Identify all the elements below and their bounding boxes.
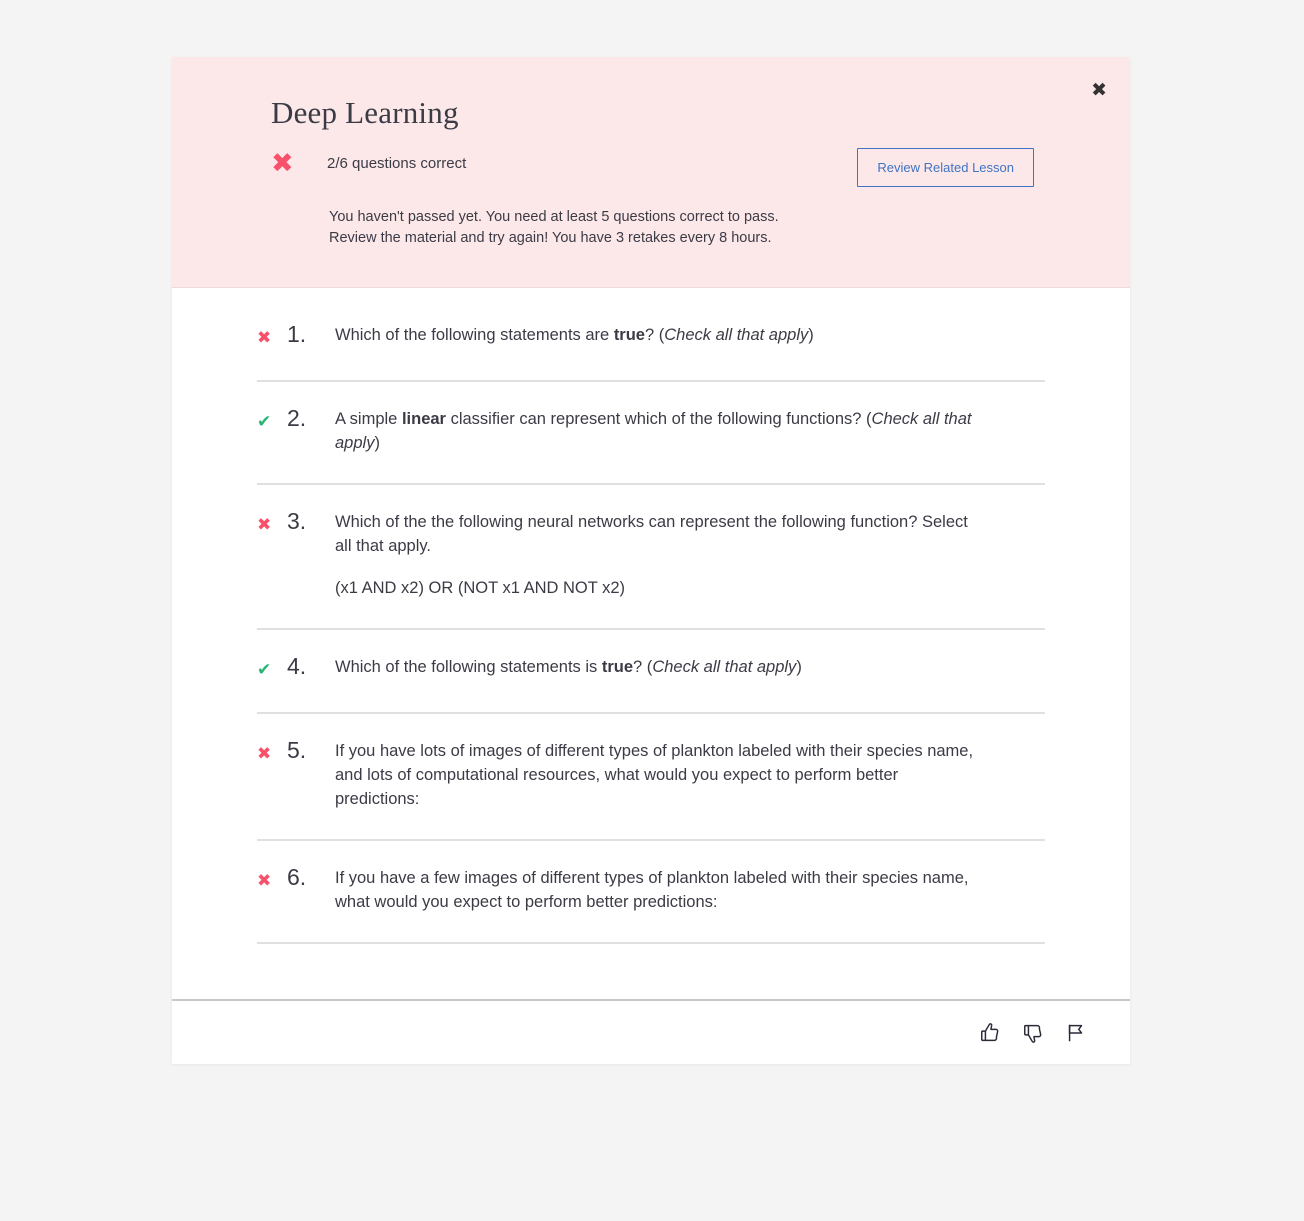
question-row[interactable]: ✖ 6. If you have a few images of different… xyxy=(257,841,1045,944)
question-paragraph: If you have a few images of different ty… xyxy=(335,866,985,914)
text-segment: ? ( xyxy=(633,658,653,676)
quiz-results-modal: ✖ Deep Learning ✖ 2/6 questions correct … xyxy=(172,57,1130,1064)
x-mark-icon: ✖ xyxy=(257,515,272,535)
question-paragraph: (x1 AND x2) OR (NOT x1 AND NOT x2) xyxy=(335,576,985,600)
x-mark-icon: ✖ xyxy=(271,148,294,179)
x-mark-icon: ✖ xyxy=(257,744,272,764)
question-paragraph: Which of the following statements are tr… xyxy=(335,323,985,347)
text-segment: true xyxy=(601,658,634,676)
question-row[interactable]: ✔ 4. Which of the following statements is … xyxy=(257,630,1045,714)
question-paragraph: Which of the the following neural networ… xyxy=(335,510,985,558)
text-segment: ? ( xyxy=(644,326,665,344)
text-segment: Check all that apply xyxy=(664,326,809,344)
score-summary: ✖ 2/6 questions correct xyxy=(271,150,466,177)
text-segment: ) xyxy=(796,658,802,676)
status-line-1: You haven't passed yet. You need at leas… xyxy=(329,209,779,225)
question-text: If you have a few images of different ty… xyxy=(335,863,985,942)
text-segment: Which of the following statements are xyxy=(335,326,614,344)
question-row[interactable]: ✖ 5. If you have lots of images of differe… xyxy=(257,714,1045,841)
text-segment: true xyxy=(613,326,645,344)
text-segment: classifier can represent which of the fo… xyxy=(445,410,872,428)
x-mark-icon: ✖ xyxy=(257,328,272,348)
text-segment: Which of the the following neural networ… xyxy=(335,513,968,555)
question-row[interactable]: ✖ 3. Which of the the following neural net… xyxy=(257,485,1045,630)
close-icon[interactable]: ✖ xyxy=(1087,77,1111,104)
status-line-2: Review the material and try again! You h… xyxy=(329,230,772,246)
question-text: Which of the following statements is tru… xyxy=(335,652,985,707)
quiz-footer xyxy=(172,999,1130,1064)
text-segment: If you have lots of images of different … xyxy=(335,742,974,808)
question-text: If you have lots of images of different … xyxy=(335,736,985,839)
thumbs-up-icon[interactable] xyxy=(973,1016,1007,1050)
question-text: Which of the following statements are tr… xyxy=(335,320,985,375)
question-text: Which of the the following neural networ… xyxy=(335,507,985,628)
text-segment: Check all that apply xyxy=(652,658,797,676)
question-paragraph: A simple linear classifier can represent… xyxy=(335,407,985,455)
question-row[interactable]: ✔ 2. A simple linear classifier can repres… xyxy=(257,382,1045,485)
text-segment: Which of the following statements is xyxy=(335,658,602,676)
flag-icon[interactable] xyxy=(1059,1016,1093,1050)
list-bottom-spacer xyxy=(172,944,1130,999)
quiz-header: ✖ Deep Learning ✖ 2/6 questions correct … xyxy=(172,57,1130,288)
question-number: 4. xyxy=(287,653,307,679)
score-text: 2/6 questions correct xyxy=(327,155,467,172)
check-mark-icon: ✔ xyxy=(257,660,272,680)
question-paragraph: Which of the following statements is tru… xyxy=(335,655,985,679)
question-number: 1. xyxy=(287,321,307,347)
check-mark-icon: ✔ xyxy=(257,412,272,432)
review-related-lesson-button[interactable]: Review Related Lesson xyxy=(857,148,1034,187)
status-message: You haven't passed yet. You need at leas… xyxy=(329,207,779,249)
text-segment: ) xyxy=(808,326,814,344)
text-segment: (x1 AND x2) OR (NOT x1 AND NOT x2) xyxy=(335,579,626,597)
page-title: Deep Learning xyxy=(271,95,459,130)
text-segment: If you have a few images of different ty… xyxy=(335,869,969,911)
question-row[interactable]: ✖ 1. Which of the following statements are… xyxy=(257,298,1045,382)
text-segment: A simple xyxy=(335,410,402,428)
question-text: A simple linear classifier can represent… xyxy=(335,404,985,483)
thumbs-down-icon[interactable] xyxy=(1016,1016,1050,1050)
text-segment: linear xyxy=(401,410,446,428)
question-list: ✖ 1. Which of the following statements are… xyxy=(172,288,1130,944)
question-number: 2. xyxy=(287,405,307,431)
question-paragraph: If you have lots of images of different … xyxy=(335,739,985,811)
x-mark-icon: ✖ xyxy=(257,871,272,891)
text-segment: ) xyxy=(374,434,380,452)
question-number: 5. xyxy=(287,737,307,763)
question-number: 3. xyxy=(287,508,307,534)
question-number: 6. xyxy=(287,864,307,890)
